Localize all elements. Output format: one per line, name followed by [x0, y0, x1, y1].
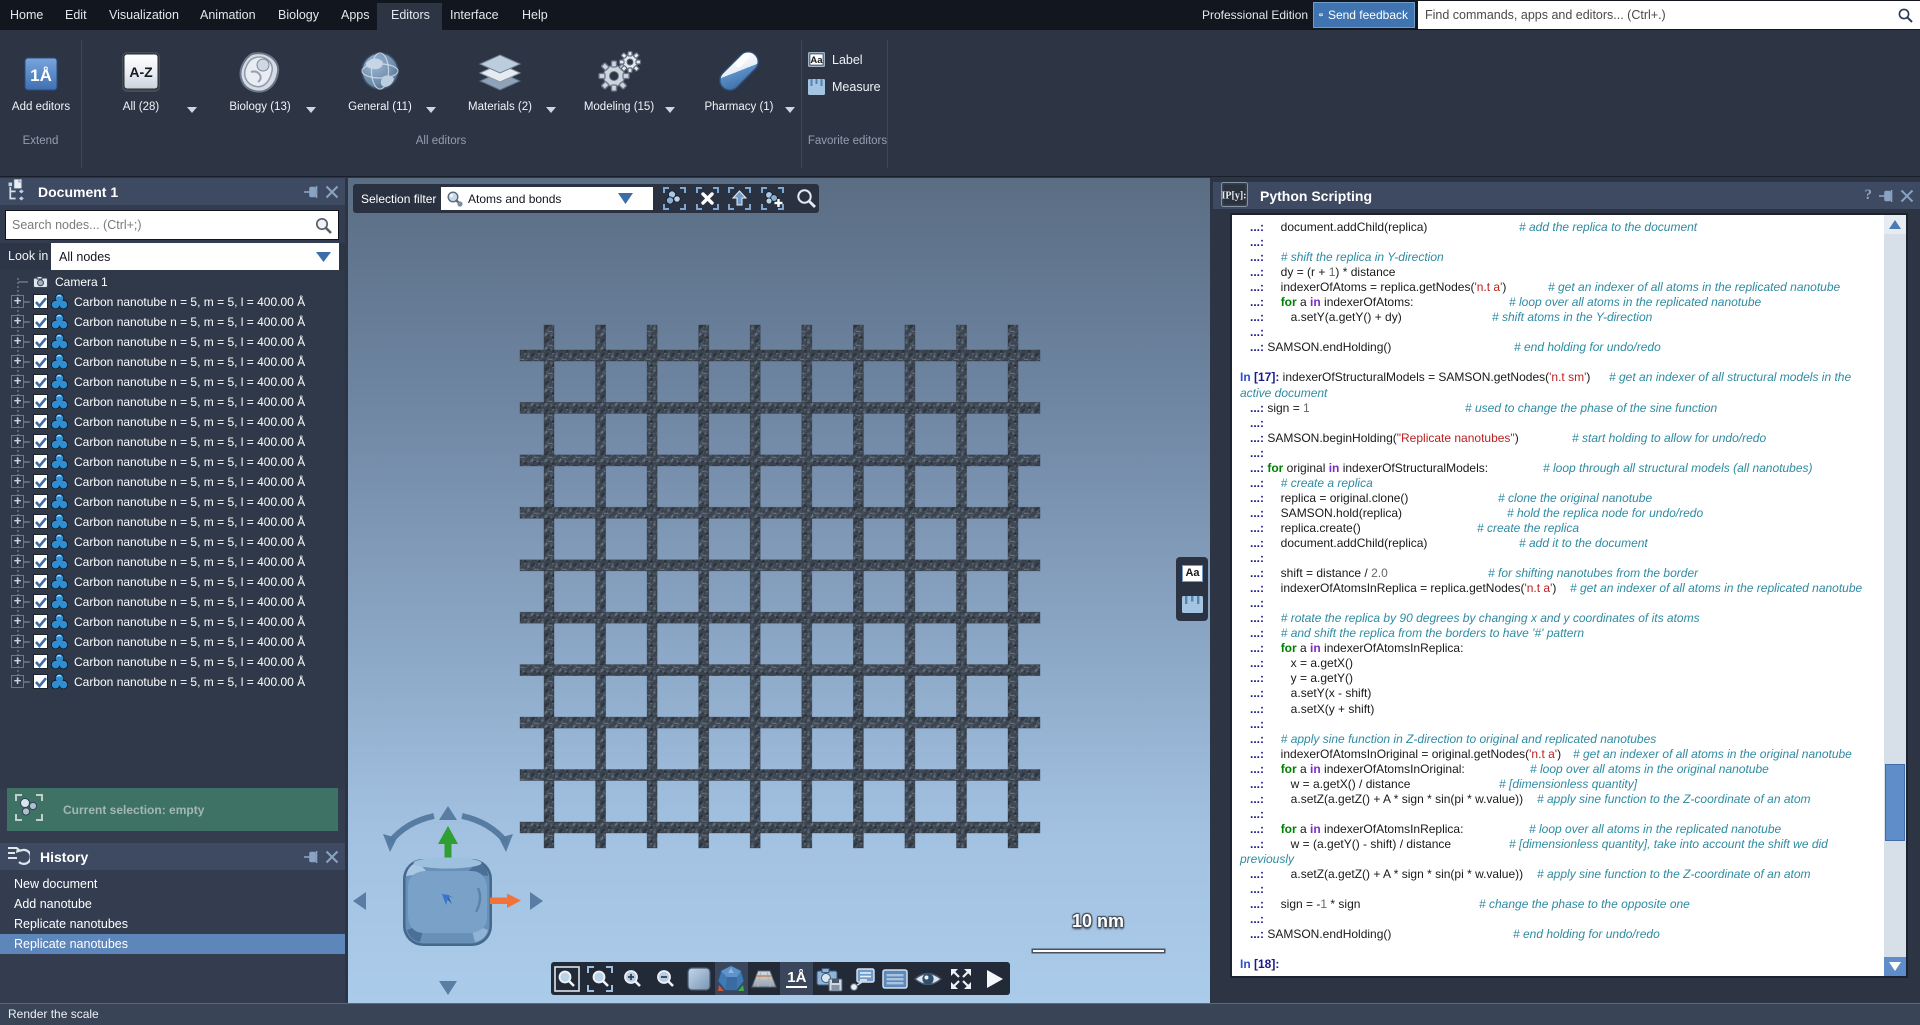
svg-text:1Å: 1Å: [30, 66, 52, 85]
svg-text:Aa: Aa: [810, 55, 823, 66]
svg-text:IP[y]:: IP[y]:: [1222, 190, 1247, 201]
svg-text:A-Z: A-Z: [129, 64, 153, 80]
